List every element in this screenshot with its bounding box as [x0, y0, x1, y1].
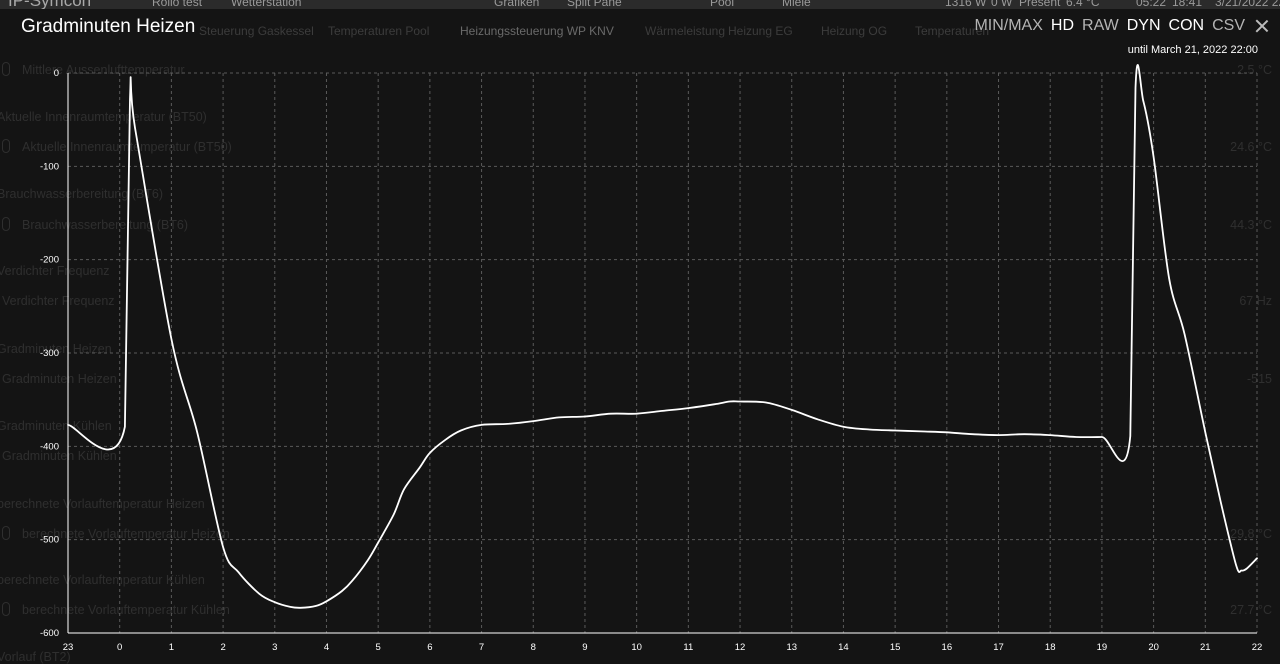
x-tick-label: 9 — [582, 642, 587, 653]
x-tick-label: 5 — [376, 642, 381, 653]
y-axis-ticks: 0 -100 -200 -300 -400 -500 -600 — [40, 68, 59, 639]
dyn-button[interactable]: DYN — [1127, 17, 1161, 35]
x-tick-label: 12 — [735, 642, 746, 653]
series-group — [67, 64, 1258, 609]
raw-button[interactable]: RAW — [1082, 17, 1119, 35]
chart-title: Gradminuten Heizen — [21, 16, 196, 37]
x-tick-label: 0 — [117, 642, 122, 653]
x-tick-label: 6 — [427, 642, 432, 653]
x-tick-label: 15 — [890, 642, 901, 653]
x-tick-label: 22 — [1252, 642, 1263, 653]
con-button[interactable]: CON — [1169, 17, 1205, 35]
x-tick-label: 13 — [786, 642, 797, 653]
minmax-button[interactable]: MIN/MAX — [974, 17, 1042, 35]
x-axis-ticks: 23 0 1 2 3 4 5 6 7 8 9 10 11 12 13 14 15 16 17 18 19 20 21 22 — [63, 642, 1263, 653]
hd-button[interactable]: HD — [1051, 17, 1074, 35]
x-tick-label: 10 — [631, 642, 642, 653]
x-tick-label: 11 — [683, 642, 693, 653]
y-tick-label: -400 — [40, 441, 59, 452]
x-tick-label: 7 — [479, 642, 484, 653]
x-tick-label: 23 — [63, 642, 74, 653]
y-tick-label: -100 — [40, 161, 59, 172]
x-tick-label: 1 — [169, 642, 174, 653]
close-icon[interactable] — [1255, 19, 1269, 33]
y-tick-label: -600 — [40, 628, 59, 639]
chart-grid — [68, 72, 1258, 633]
chart-overlay: 0 -100 -200 -300 -400 -500 -600 23 0 1 2 3 4 5 6 7 8 9 10… — [0, 0, 1280, 663]
x-tick-label: 20 — [1148, 642, 1159, 653]
chart-svg: 0-100-200-300-400-500-600 23 0 1 2 3 4 5 6 7 8 9 10… — [40, 64, 1263, 653]
y-tick-label: -300 — [40, 348, 59, 359]
csv-button[interactable]: CSV — [1212, 17, 1245, 35]
x-tick-label: 8 — [531, 642, 536, 653]
x-tick-label: 17 — [993, 642, 1004, 653]
chart-toolbar: MIN/MAX HD RAW DYN CON CSV — [974, 16, 1269, 36]
x-tick-label: 18 — [1045, 642, 1056, 653]
x-tick-label: 4 — [324, 642, 329, 653]
x-tick-label: 2 — [220, 642, 225, 653]
x-tick-label: 3 — [272, 642, 277, 653]
x-tick-label: 21 — [1200, 642, 1211, 653]
x-tick-label: 14 — [838, 642, 849, 653]
series-line — [67, 64, 1258, 609]
y-tick-label: -500 — [40, 535, 59, 546]
time-range-label: until March 21, 2022 22:00 — [1127, 44, 1258, 56]
y-tick-label: 0 — [54, 68, 59, 79]
y-tick-label: -200 — [40, 255, 59, 266]
x-tick-label: 16 — [942, 642, 953, 653]
x-tick-label: 19 — [1097, 642, 1108, 653]
